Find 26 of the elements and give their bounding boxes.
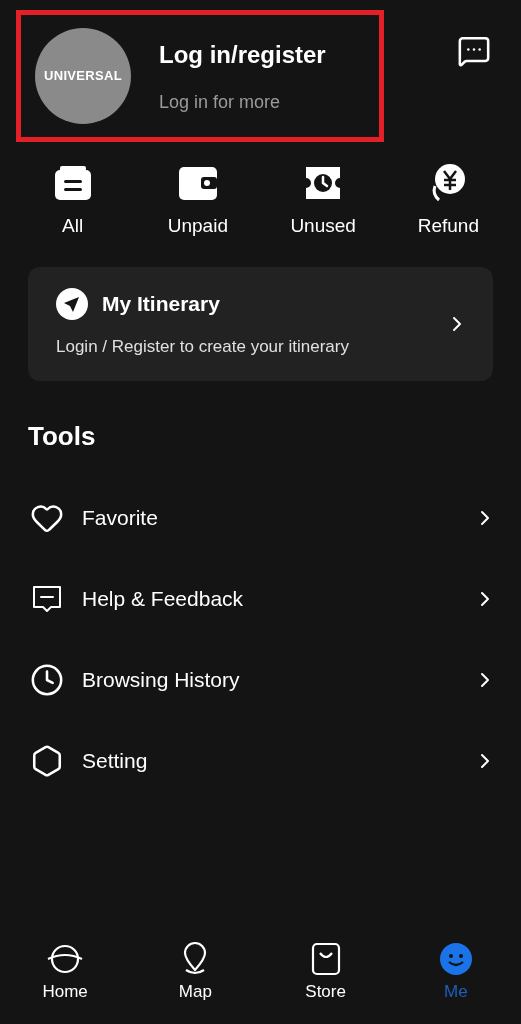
order-category-button[interactable]: Unpaid [135,162,261,241]
itinerary-title: My Itinerary [102,291,220,317]
order-category-button[interactable]: Unused [260,162,386,241]
nav-tab[interactable]: Map [130,940,261,1004]
nav-tab[interactable]: Home [0,940,131,1004]
login-title[interactable]: Log in/register [159,36,326,73]
logo-text: UNIVERSAL [43,67,122,86]
order-category-button[interactable]: Refund [385,162,511,241]
itinerary-card[interactable]: My Itinerary Login / Register to create your itinerary [28,266,493,381]
section-heading: Tools [28,419,97,453]
tool-label: Browsing History [82,667,241,694]
nav-tab[interactable]: Store [260,940,391,1004]
message-icon[interactable] [457,34,491,68]
tool-label: Setting [82,748,149,775]
itinerary-text: Login / Register to create your itinerary [56,335,350,358]
clock-icon [30,663,64,697]
tool-row[interactable]: Setting [0,720,521,802]
settings-icon [30,744,64,778]
tool-row[interactable]: Favorite [0,477,521,559]
tool-row[interactable]: Help & Feedback [0,558,521,640]
order-category-button[interactable]: All [10,162,136,241]
tool-label: Favorite [82,505,159,532]
tool-label: Help & Feedback [82,586,245,613]
login-subtitle: Log in for more [159,90,282,114]
tool-row[interactable]: Browsing History [0,639,521,721]
navigation-icon [56,287,88,320]
